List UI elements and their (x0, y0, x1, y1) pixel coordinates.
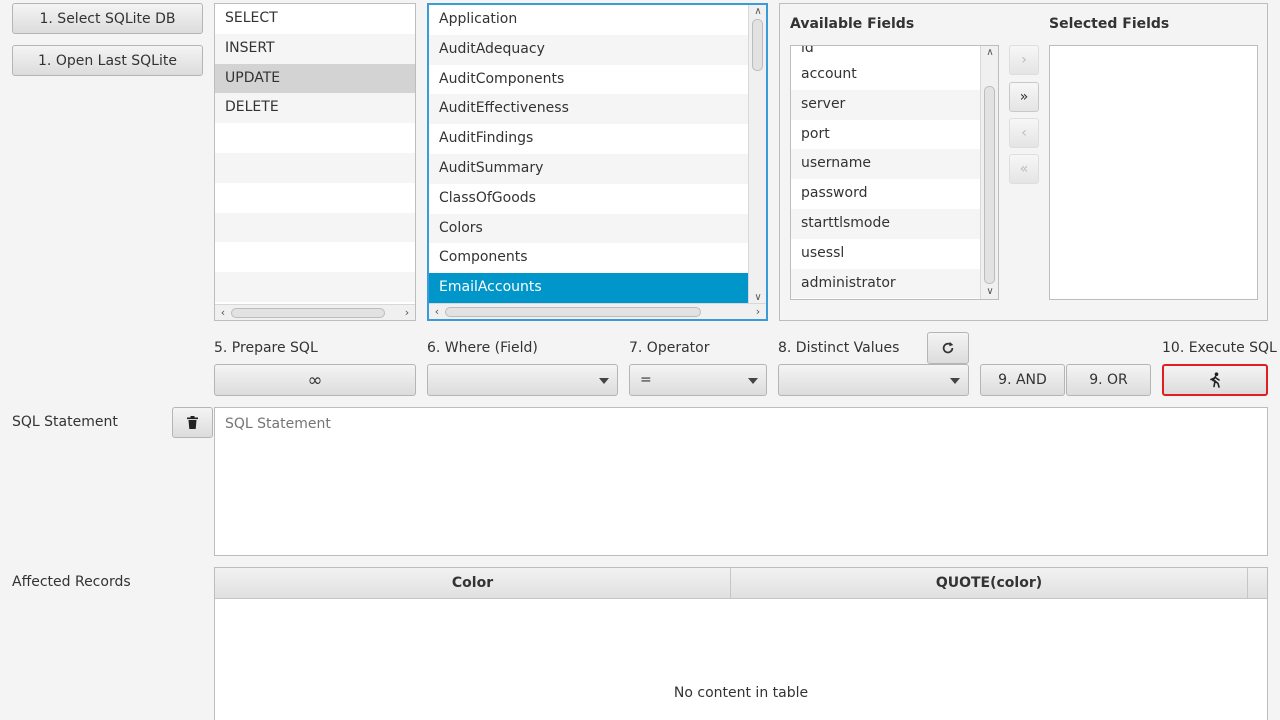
empty-list-row (215, 183, 415, 213)
list-item[interactable]: DELETE (215, 93, 415, 124)
move-left-button[interactable]: ‹ (1009, 118, 1039, 148)
chevron-down-icon (599, 378, 609, 384)
tables-list-vscrollbar[interactable]: ∧ ∨ (748, 5, 766, 305)
tables-list[interactable]: Application AuditAdequacy AuditComponents A… (427, 3, 768, 321)
available-fields-title: Available Fields (790, 16, 915, 32)
sql-statement-textarea[interactable] (214, 407, 1268, 556)
list-item[interactable]: id (791, 46, 980, 60)
list-item[interactable]: server (791, 89, 980, 120)
list-item[interactable]: port (791, 120, 980, 150)
empty-list-row (215, 152, 415, 183)
prepare-sql-button[interactable]: ∞ (214, 364, 416, 396)
column-header-color[interactable]: Color (215, 568, 731, 598)
distinct-values-select[interactable] (778, 364, 969, 396)
empty-list-row (215, 212, 415, 243)
operator-label: 7. Operator (629, 340, 710, 356)
and-button[interactable]: 9. AND (980, 364, 1065, 396)
list-item[interactable]: password (791, 179, 980, 209)
list-item[interactable]: usessl (791, 239, 980, 269)
run-icon (1210, 372, 1220, 388)
empty-list-row (215, 123, 415, 153)
refresh-distinct-button[interactable] (927, 332, 969, 364)
list-item[interactable]: Colors (429, 213, 748, 244)
sql-statement-label: SQL Statement (12, 414, 118, 430)
list-item[interactable]: UPDATE (215, 63, 415, 94)
selected-fields-list[interactable] (1049, 45, 1258, 300)
execute-sql-button[interactable] (1162, 364, 1268, 396)
empty-list-row (215, 272, 415, 302)
list-item[interactable]: AuditAdequacy (429, 34, 748, 65)
affected-records-label: Affected Records (12, 574, 131, 590)
trash-icon (187, 416, 198, 429)
chevron-down-icon (950, 378, 960, 384)
open-last-sqlite-button[interactable]: 1. Open Last SQLite (12, 45, 203, 76)
list-item[interactable]: Application (429, 5, 748, 35)
move-all-left-button[interactable]: « (1009, 154, 1039, 184)
refresh-icon (942, 341, 954, 354)
list-item[interactable]: INSERT (215, 33, 415, 64)
fields-panel: Available Fields Selected Fields id acco… (779, 3, 1268, 321)
move-all-right-button[interactable]: » (1009, 82, 1039, 112)
statement-type-list[interactable]: SELECT INSERT UPDATE DELETE ‹ › (214, 3, 416, 321)
statement-list-hscrollbar[interactable]: ‹ › (215, 304, 415, 320)
selected-fields-title: Selected Fields (1049, 16, 1170, 32)
list-item[interactable]: administrator (791, 268, 980, 299)
list-item[interactable]: EmailAccounts (429, 273, 748, 303)
distinct-values-label: 8. Distinct Values (778, 340, 900, 356)
prepare-sql-label: 5. Prepare SQL (214, 340, 318, 356)
empty-table-message: No content in table (673, 685, 809, 701)
list-item[interactable]: AuditSummary (429, 153, 748, 184)
list-item[interactable]: account (791, 60, 980, 90)
available-fields-list[interactable]: id account server port username password star… (790, 45, 999, 300)
where-field-label: 6. Where (Field) (427, 340, 538, 356)
list-item[interactable]: ClassOfGoods (429, 184, 748, 214)
operator-value: = (640, 372, 652, 388)
list-item[interactable]: Components (429, 243, 748, 273)
available-fields-vscrollbar[interactable]: ∧ ∨ (980, 46, 998, 299)
list-item[interactable]: username (791, 149, 980, 180)
chevron-down-icon (748, 378, 758, 384)
list-item[interactable]: AuditEffectiveness (429, 94, 748, 125)
select-sqlite-db-button[interactable]: 1. Select SQLite DB (12, 3, 203, 34)
or-button[interactable]: 9. OR (1066, 364, 1151, 396)
execute-sql-label: 10. Execute SQL (1162, 340, 1277, 356)
move-right-button[interactable]: › (1009, 45, 1039, 75)
list-item[interactable]: AuditFindings (429, 124, 748, 154)
where-field-select[interactable] (427, 364, 618, 396)
empty-list-row (215, 242, 415, 272)
clear-sql-button[interactable] (172, 407, 213, 438)
column-header-quote-color[interactable]: QUOTE(color) (731, 568, 1248, 598)
list-item[interactable]: starttlsmode (791, 208, 980, 239)
operator-select[interactable]: = (629, 364, 767, 396)
list-item[interactable]: AuditComponents (429, 65, 748, 95)
affected-records-table[interactable]: Color QUOTE(color) No content in table (214, 567, 1268, 720)
list-item[interactable]: SELECT (215, 4, 415, 34)
tables-list-hscrollbar[interactable]: ‹ › (429, 303, 766, 319)
